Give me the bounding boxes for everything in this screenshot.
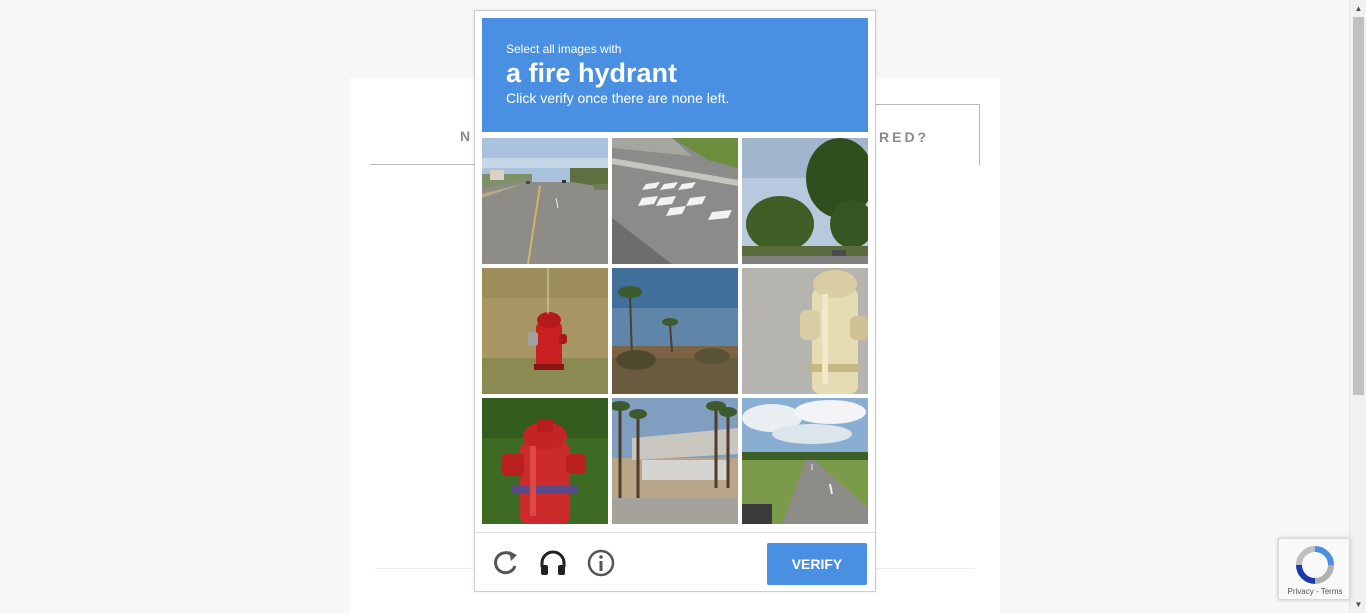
info-icon[interactable]: [585, 547, 617, 579]
captcha-tile-9[interactable]: [742, 398, 868, 524]
road-image: [482, 138, 608, 264]
captcha-instruction: Select all images with: [506, 42, 622, 56]
headphones-icon[interactable]: [537, 547, 569, 579]
scrollbar-thumb[interactable]: [1353, 17, 1364, 395]
captcha-tile-6[interactable]: [742, 268, 868, 394]
page-scrollbar[interactable]: ▲ ▼: [1349, 0, 1366, 613]
recaptcha-badge[interactable]: Privacy - Terms: [1278, 538, 1350, 600]
crosswalk-image: [612, 138, 738, 264]
fire-hydrant-image: [482, 268, 608, 394]
background-tab-right[interactable]: RED?: [870, 104, 980, 165]
captcha-tile-8[interactable]: [612, 398, 738, 524]
fire-hydrant-image: [742, 268, 868, 394]
scroll-down-arrow-icon[interactable]: ▼: [1350, 596, 1366, 613]
background-tab-right-label: RED?: [879, 129, 930, 145]
captcha-header: Select all images with a fire hydrant Cl…: [482, 18, 868, 132]
fire-hydrant-image: [482, 398, 608, 524]
background-tab-left[interactable]: N: [370, 104, 480, 165]
captcha-challenge: Select all images with a fire hydrant Cl…: [474, 10, 876, 592]
privacy-link[interactable]: Privacy: [1288, 587, 1314, 596]
captcha-footer: VERIFY: [475, 532, 875, 592]
captcha-tile-3[interactable]: [742, 138, 868, 264]
reload-icon[interactable]: [489, 547, 521, 579]
link-separator: -: [1313, 587, 1321, 596]
overpass-image: [612, 398, 738, 524]
captcha-tile-4[interactable]: [482, 268, 608, 394]
captcha-tile-5[interactable]: [612, 268, 738, 394]
captcha-tile-7[interactable]: [482, 398, 608, 524]
terms-link[interactable]: Terms: [1321, 587, 1343, 596]
verify-button[interactable]: VERIFY: [767, 543, 867, 585]
background-tab-left-label: N: [460, 128, 474, 144]
recaptcha-links: Privacy - Terms: [1279, 587, 1351, 596]
captcha-image-grid: [482, 138, 868, 524]
scroll-up-arrow-icon[interactable]: ▲: [1350, 0, 1366, 17]
highway-image: [742, 398, 868, 524]
captcha-tile-1[interactable]: [482, 138, 608, 264]
captcha-tile-2[interactable]: [612, 138, 738, 264]
recaptcha-logo-icon: [1295, 545, 1335, 585]
palm-trees-image: [612, 268, 738, 394]
captcha-subinstruction: Click verify once there are none left.: [506, 90, 730, 106]
captcha-target-object: a fire hydrant: [506, 58, 678, 88]
trees-image: [742, 138, 868, 264]
